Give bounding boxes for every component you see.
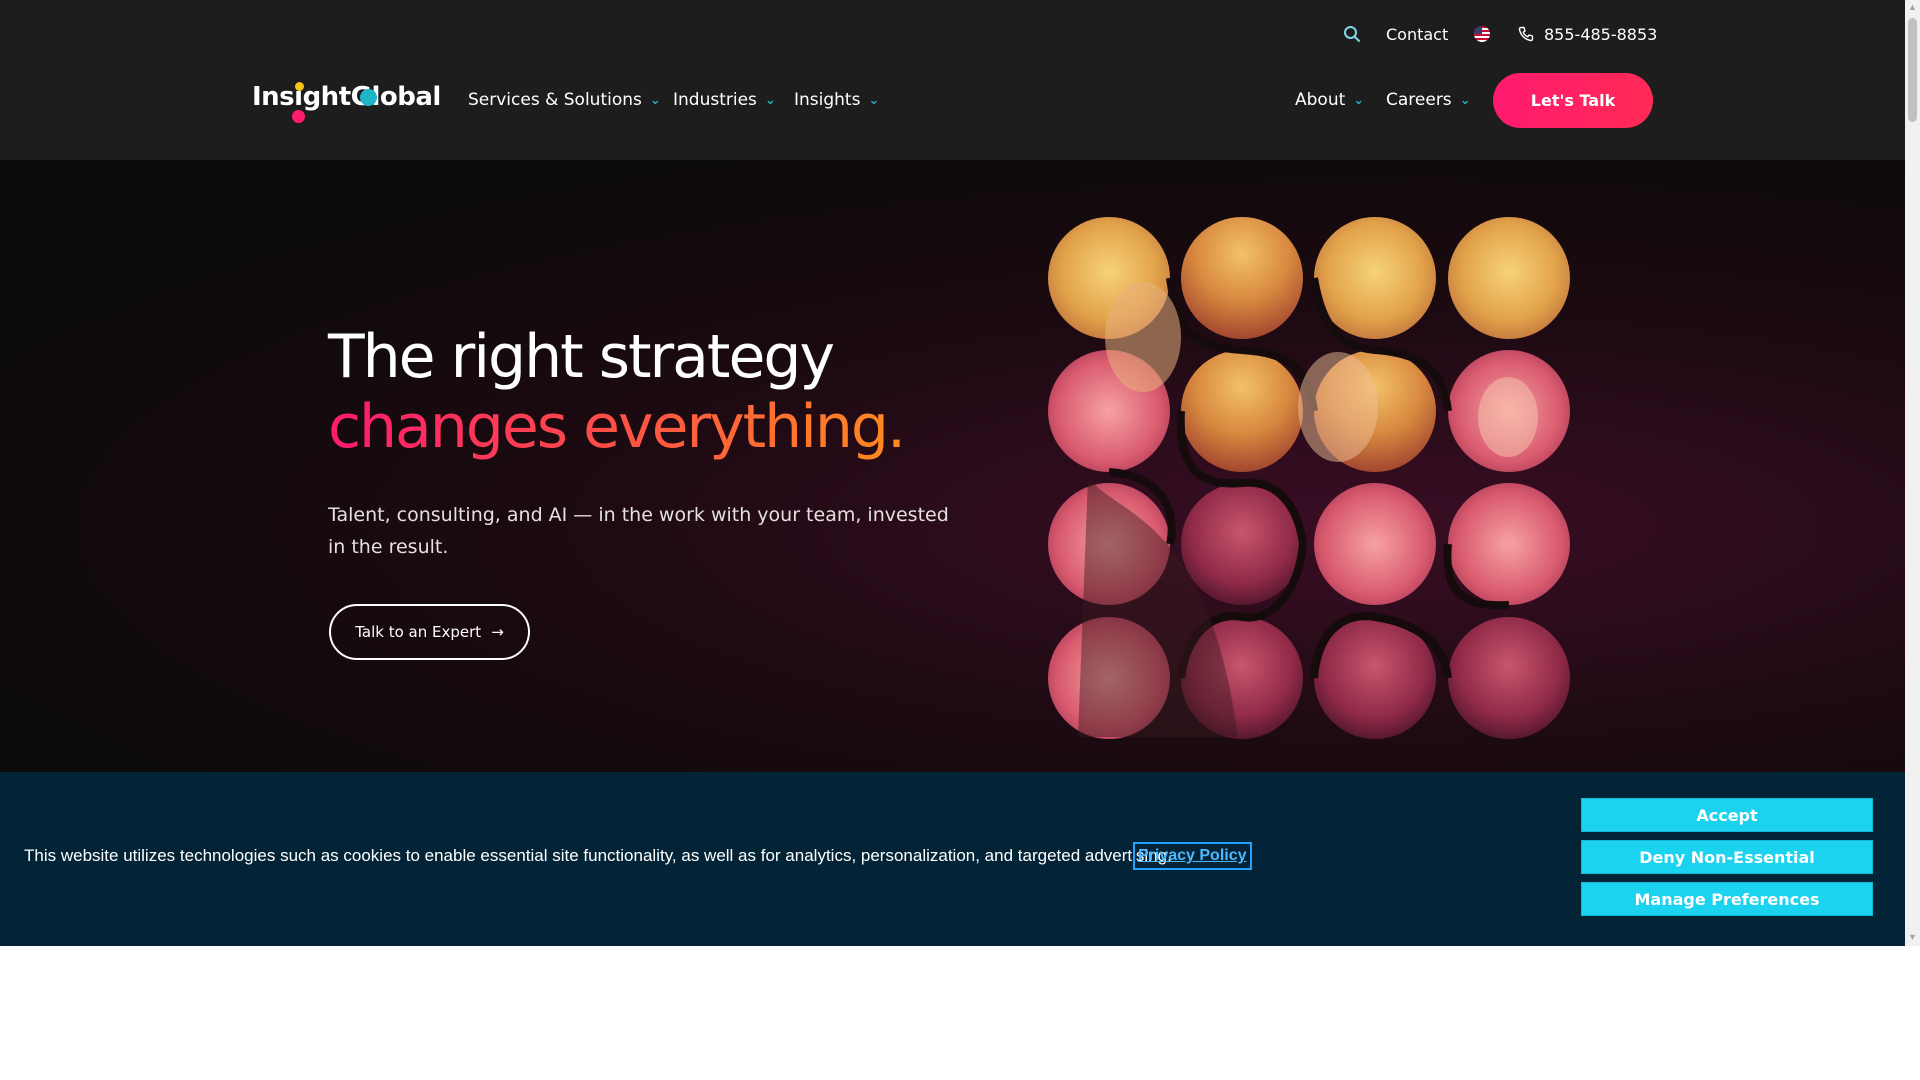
arrow-right-icon: → <box>491 623 504 641</box>
phone-icon <box>1518 26 1534 42</box>
logo-dot-yellow <box>295 82 304 91</box>
phone-link[interactable]: 855-485-8853 <box>1518 20 1657 48</box>
logo-text: InsightGlobal <box>252 82 441 112</box>
page-scrollbar[interactable]: ▲ ▼ <box>1905 0 1920 946</box>
us-flag-icon <box>1474 26 1490 42</box>
chevron-down-icon: ⌄ <box>1353 92 1365 108</box>
nav-insights[interactable]: Insights ⌄ <box>794 86 879 114</box>
nav-industries[interactable]: Industries ⌄ <box>673 86 776 114</box>
nav-about-label: About <box>1295 90 1346 110</box>
chevron-down-icon: ⌄ <box>868 92 880 108</box>
search-icon <box>1344 26 1360 42</box>
scrollbar-thumb[interactable] <box>1908 18 1917 122</box>
contact-link[interactable]: Contact <box>1386 20 1448 48</box>
chevron-down-icon: ⌄ <box>764 92 776 108</box>
accept-cookies-button[interactable]: Accept <box>1581 798 1873 832</box>
nav-industries-label: Industries <box>673 90 757 110</box>
privacy-policy-link[interactable]: Privacy Policy <box>1133 842 1252 870</box>
site-header: Contact 855-485-8853 InsightGlobal Servi… <box>0 0 1905 160</box>
phone-number: 855-485-8853 <box>1544 24 1658 44</box>
talk-to-expert-button[interactable]: Talk to an Expert → <box>329 604 530 660</box>
nav-careers-label: Careers <box>1386 90 1452 110</box>
nav-services-solutions[interactable]: Services & Solutions ⌄ <box>468 86 661 114</box>
hero-subtext: Talent, consulting, and AI — in the work… <box>328 504 949 558</box>
nav-about[interactable]: About ⌄ <box>1295 86 1364 114</box>
nav-insights-label: Insights <box>794 90 861 110</box>
hero-photo-mosaic <box>1048 217 1572 741</box>
hero-headline-line2: changes everything. <box>328 392 906 462</box>
chevron-down-icon: ⌄ <box>649 92 661 108</box>
logo-dot-pink <box>292 110 305 123</box>
hero-section <box>0 160 1905 772</box>
region-selector[interactable] <box>1474 20 1490 48</box>
search-button[interactable] <box>1343 20 1361 48</box>
deny-non-essential-button[interactable]: Deny Non-Essential <box>1581 840 1873 874</box>
chevron-down-icon: ⌄ <box>1459 92 1471 108</box>
logo-dot-cyan <box>360 89 377 106</box>
cookie-banner-text: This website utilizes technologies such … <box>24 846 1172 865</box>
mosaic-photo-circles <box>1048 217 1570 739</box>
insight-global-logo[interactable]: InsightGlobal <box>252 82 441 128</box>
nav-careers[interactable]: Careers ⌄ <box>1386 86 1471 114</box>
scroll-down-arrow-icon[interactable]: ▼ <box>1908 932 1917 942</box>
hero-headline-line1: The right strategy <box>328 322 835 392</box>
scroll-up-arrow-icon[interactable]: ▲ <box>1908 2 1917 12</box>
lets-talk-button[interactable]: Let's Talk <box>1493 73 1653 128</box>
manage-preferences-button[interactable]: Manage Preferences <box>1581 882 1873 916</box>
nav-services-label: Services & Solutions <box>468 90 642 110</box>
talk-to-expert-label: Talk to an Expert <box>355 623 482 641</box>
